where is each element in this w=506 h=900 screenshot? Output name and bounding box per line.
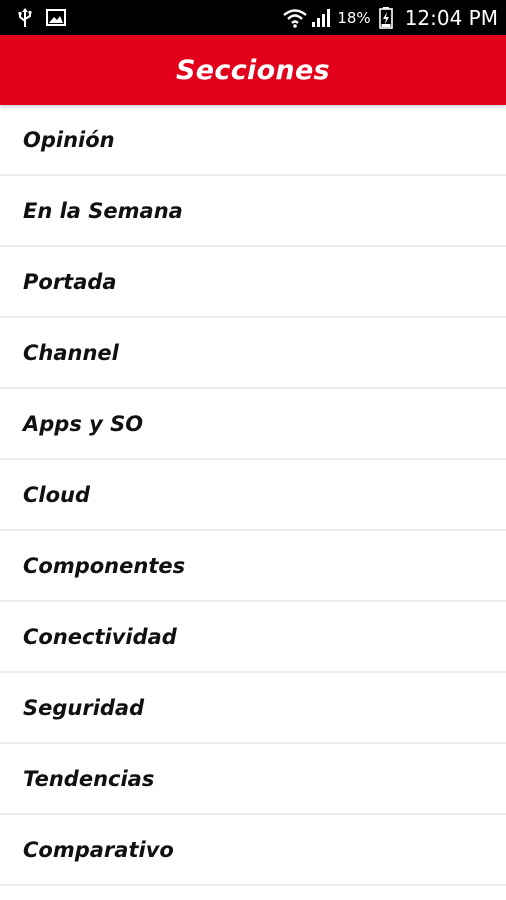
- wifi-icon: [283, 8, 308, 28]
- section-item-channel[interactable]: Channel: [0, 318, 506, 389]
- signal-icon: [311, 8, 333, 28]
- section-item-label: Opinión: [23, 127, 115, 152]
- section-item-tendencias[interactable]: Tendencias: [0, 744, 506, 815]
- section-item-label: En la Semana: [23, 198, 183, 223]
- battery-icon: [378, 6, 393, 29]
- section-item-en-la-semana[interactable]: En la Semana: [0, 176, 506, 247]
- section-item-conectividad[interactable]: Conectividad: [0, 602, 506, 673]
- section-item-componentes[interactable]: Componentes: [0, 531, 506, 602]
- app-header: Secciones: [0, 35, 506, 105]
- status-left-icons: [18, 0, 66, 35]
- section-item-label: Componentes: [23, 553, 186, 578]
- section-item-apps-y-so[interactable]: Apps y SO: [0, 389, 506, 460]
- section-item-label: Seguridad: [23, 695, 145, 720]
- battery-percent: 18%: [337, 8, 371, 27]
- status-time: 12:04 PM: [404, 5, 498, 30]
- section-item-label: Conectividad: [23, 624, 177, 649]
- usb-icon: [18, 7, 32, 28]
- section-item-seguridad[interactable]: Seguridad: [0, 673, 506, 744]
- section-item-label: Comparativo: [23, 837, 174, 862]
- section-item-portada[interactable]: Portada: [0, 247, 506, 318]
- section-item-label: Apps y SO: [23, 411, 144, 436]
- page-title: Secciones: [176, 54, 330, 86]
- section-item-comparativo[interactable]: Comparativo: [0, 815, 506, 886]
- sections-list: Opinión En la Semana Portada Channel App…: [0, 105, 506, 886]
- section-item-opinion[interactable]: Opinión: [0, 105, 506, 176]
- status-right-icons: 18% 12:04 PM: [283, 0, 498, 35]
- section-item-label: Tendencias: [23, 766, 155, 791]
- section-item-label: Cloud: [23, 482, 91, 507]
- section-item-cloud[interactable]: Cloud: [0, 460, 506, 531]
- status-bar: 18% 12:04 PM: [0, 0, 506, 35]
- section-item-label: Portada: [23, 269, 117, 294]
- image-icon: [46, 9, 66, 26]
- section-item-label: Channel: [23, 340, 119, 365]
